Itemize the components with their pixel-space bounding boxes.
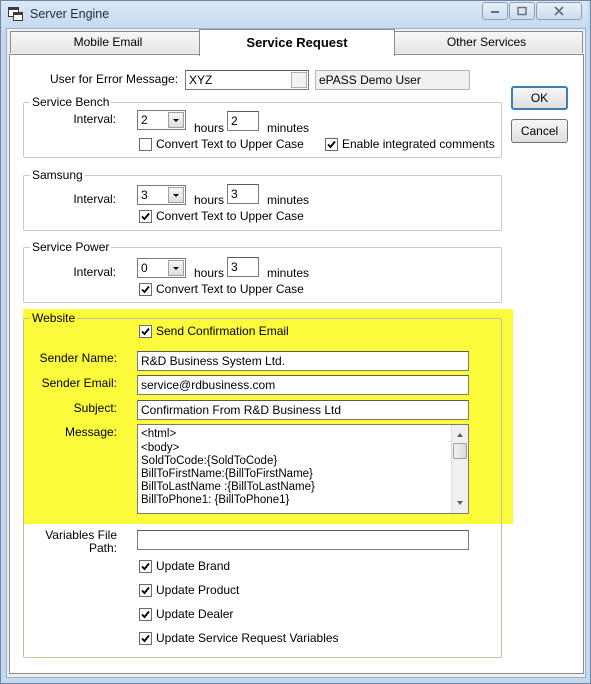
variables-path-label-line2: Path:: [88, 541, 117, 555]
samsung-upper-case-checkbox[interactable]: [139, 210, 152, 223]
message-line: BillToLastName :{BillToLastName}: [141, 481, 315, 493]
error-user-label: User for Error Message:: [50, 72, 179, 86]
tab-mobile-email[interactable]: Mobile Email: [10, 31, 206, 53]
close-icon: [554, 6, 564, 16]
samsung-title: Samsung: [30, 168, 85, 182]
error-user-display-name: ePASS Demo User: [315, 70, 470, 90]
sender-name-label: Sender Name:: [39, 351, 117, 365]
message-line: <body>: [141, 442, 180, 454]
service-power-minutes-field[interactable]: 3: [227, 257, 259, 277]
service-bench-interval-label: Interval:: [73, 112, 116, 126]
subject-field[interactable]: Confirmation From R&D Business Ltd: [137, 400, 469, 420]
chevron-down-icon: [168, 112, 184, 128]
service-power-hours-value: 0: [141, 261, 148, 275]
checkmark-icon: [141, 634, 150, 643]
update-service-request-variables-checkbox[interactable]: [139, 632, 152, 645]
samsung-interval-label: Interval:: [73, 192, 116, 206]
sender-name-field[interactable]: R&D Business System Ltd.: [137, 351, 469, 371]
service-bench-minutes-label: minutes: [267, 121, 310, 135]
sender-email-label: Sender Email:: [41, 376, 117, 390]
tab-other-services[interactable]: Other Services: [390, 31, 583, 53]
update-brand-label: Update Brand: [156, 559, 231, 573]
update-dealer-label: Update Dealer: [156, 607, 234, 621]
minimize-icon: [491, 11, 499, 13]
service-bench-integrated-checkbox[interactable]: [325, 138, 338, 151]
service-power-hours-select[interactable]: 0: [137, 258, 186, 278]
samsung-upper-case-label: Convert Text to Upper Case: [156, 209, 304, 223]
service-power-minutes-label: minutes: [267, 266, 310, 280]
message-textarea[interactable]: <html> <body> SoldToCode:{SoldToCode} Bi…: [137, 424, 469, 514]
checkmark-icon: [141, 285, 150, 294]
close-button[interactable]: [536, 2, 582, 20]
service-bench-title: Service Bench: [30, 95, 112, 109]
service-power-upper-case-checkbox[interactable]: [139, 283, 152, 296]
service-bench-upper-case-label: Convert Text to Upper Case: [156, 137, 304, 151]
website-title: Website: [30, 311, 78, 325]
update-product-checkbox[interactable]: [139, 584, 152, 597]
service-bench-upper-case-checkbox[interactable]: [139, 138, 152, 151]
chevron-down-icon: [168, 260, 184, 276]
send-confirmation-checkbox[interactable]: [139, 325, 152, 338]
sender-email-field[interactable]: service@rdbusiness.com: [137, 375, 469, 395]
service-power-hours-label: hours: [194, 266, 225, 280]
update-service-request-variables-label: Update Service Request Variables: [156, 631, 339, 645]
cancel-button[interactable]: Cancel: [511, 119, 568, 143]
service-bench-hours-select[interactable]: 2: [137, 110, 186, 130]
update-dealer-checkbox[interactable]: [139, 608, 152, 621]
message-line: BillToFirstName:{BillToFirstName}: [141, 468, 313, 480]
message-line: SoldToCode:{SoldToCode}: [141, 455, 278, 467]
scroll-down-arrow-icon[interactable]: [454, 496, 466, 510]
scroll-thumb[interactable]: [453, 443, 467, 459]
checkmark-icon: [141, 212, 150, 221]
samsung-hours-label: hours: [194, 193, 225, 207]
message-line: BillToPhone1: {BillToPhone1}: [141, 494, 290, 506]
samsung-minutes-label: minutes: [267, 193, 310, 207]
service-bench-hours-label: hours: [194, 121, 225, 135]
window-title: Server Engine: [30, 7, 110, 21]
app-icon: [8, 7, 23, 21]
samsung-minutes-field[interactable]: 3: [227, 184, 259, 204]
chevron-down-icon: [168, 187, 184, 203]
send-confirmation-label: Send Confirmation Email: [156, 324, 289, 338]
service-power-upper-case-label: Convert Text to Upper Case: [156, 282, 304, 296]
service-power-title: Service Power: [30, 240, 112, 254]
variables-path-field[interactable]: [137, 530, 469, 550]
checkmark-icon: [327, 140, 336, 149]
service-bench-integrated-label: Enable integrated comments: [342, 137, 495, 151]
service-bench-minutes-field[interactable]: 2: [227, 111, 259, 131]
service-bench-hours-value: 2: [141, 113, 148, 127]
checkmark-icon: [141, 586, 150, 595]
subject-label: Subject:: [73, 401, 117, 415]
maximize-button[interactable]: [509, 2, 535, 20]
samsung-hours-select[interactable]: 3: [137, 185, 186, 205]
error-user-lookup-button[interactable]: [291, 72, 307, 88]
message-line: <html>: [141, 428, 177, 440]
update-product-label: Update Product: [156, 583, 240, 597]
checkmark-icon: [141, 562, 150, 571]
maximize-icon: [517, 6, 527, 16]
checkmark-icon: [141, 610, 150, 619]
variables-path-label: Variables File Path:: [30, 529, 117, 555]
message-label: Message:: [64, 425, 117, 439]
service-power-interval-label: Interval:: [73, 265, 116, 279]
samsung-hours-value: 3: [141, 188, 148, 202]
minimize-button[interactable]: [482, 2, 508, 20]
tab-service-request[interactable]: Service Request: [199, 29, 395, 56]
update-brand-checkbox[interactable]: [139, 560, 152, 573]
ok-button[interactable]: OK: [511, 86, 568, 110]
message-scrollbar[interactable]: [451, 425, 468, 513]
scroll-up-arrow-icon[interactable]: [454, 428, 466, 442]
checkmark-icon: [141, 327, 150, 336]
